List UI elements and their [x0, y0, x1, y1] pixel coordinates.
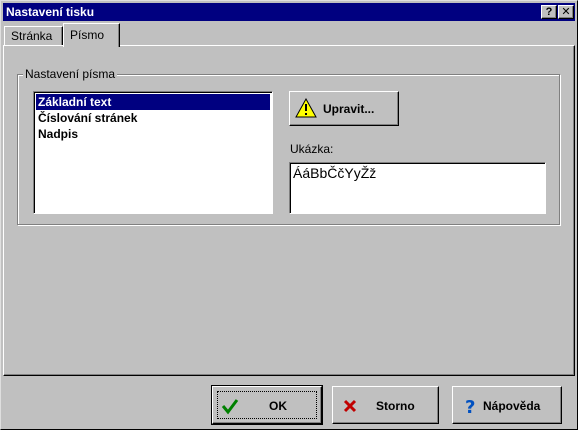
- window-title: Nastavení tisku: [6, 5, 95, 19]
- font-preview-box: ÁáBbČčYyŽž: [289, 162, 546, 214]
- help-title-button[interactable]: ?: [541, 5, 557, 19]
- title-bar[interactable]: Nastavení tisku ? ✕: [3, 3, 575, 21]
- edit-font-button-label: Upravit...: [323, 102, 375, 116]
- text-style-listbox[interactable]: Základní text Číslování stránek Nadpis: [33, 91, 273, 214]
- tab-stranka[interactable]: Stránka: [4, 26, 63, 46]
- checkmark-icon: [221, 399, 239, 415]
- tab-pismo[interactable]: Písmo: [63, 23, 120, 47]
- print-settings-dialog: Nastavení tisku ? ✕ Stránka Písmo Nastav…: [0, 0, 578, 430]
- cancel-button-label: Storno: [376, 399, 415, 413]
- font-settings-group-label: Nastavení písma: [23, 67, 118, 81]
- question-mark-icon: ?: [465, 397, 475, 415]
- close-button[interactable]: ✕: [558, 5, 574, 19]
- list-item-cislovani-stranek[interactable]: Číslování stránek: [36, 110, 270, 126]
- warning-icon: [295, 98, 317, 118]
- preview-label: Ukázka:: [290, 142, 334, 156]
- cross-icon: [343, 399, 357, 413]
- cancel-button[interactable]: Storno: [332, 386, 439, 424]
- svg-text:?: ?: [465, 397, 475, 415]
- ok-button[interactable]: OK: [211, 385, 323, 425]
- help-button-label: Nápověda: [483, 399, 541, 413]
- list-item-nadpis[interactable]: Nadpis: [36, 126, 270, 142]
- help-button[interactable]: ? Nápověda: [452, 386, 562, 424]
- list-item-zakladni-text[interactable]: Základní text: [36, 94, 270, 110]
- edit-font-button[interactable]: Upravit...: [289, 91, 399, 126]
- ok-button-label: OK: [269, 399, 287, 413]
